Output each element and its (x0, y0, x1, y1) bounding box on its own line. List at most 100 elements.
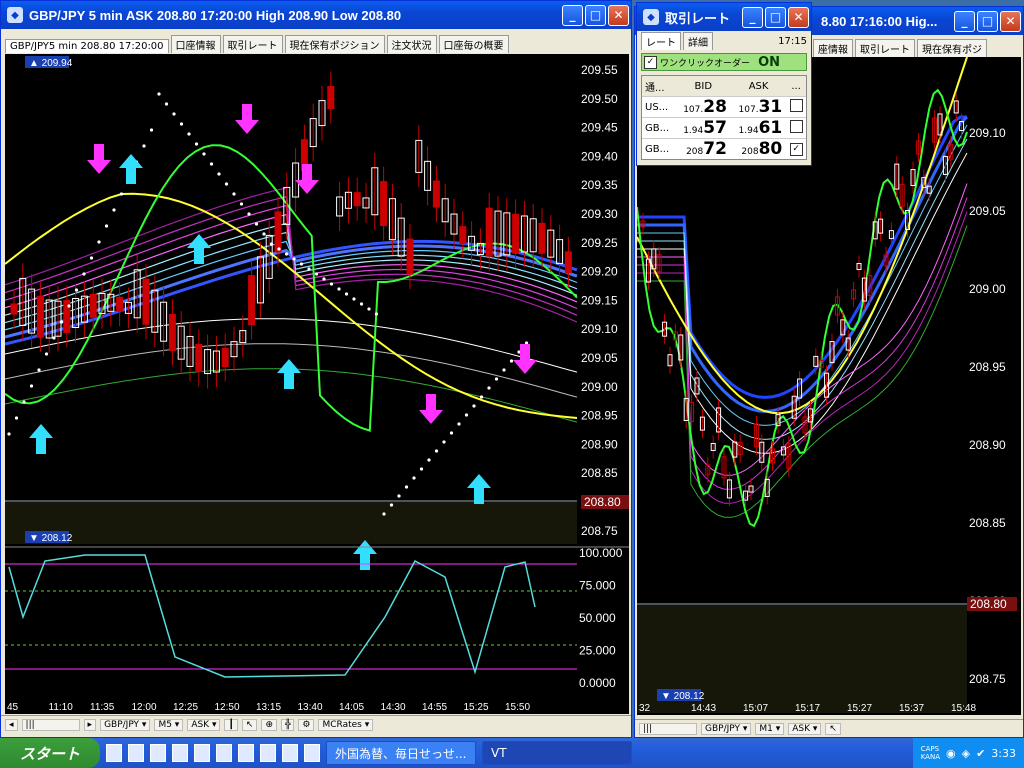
time-axis-label: 15:37 (899, 703, 924, 714)
tab-rates[interactable]: 取引レート (855, 39, 915, 57)
symbol-select[interactable]: GBP/JPY ▾ (701, 722, 752, 735)
minimize-button[interactable]: _ (742, 6, 763, 28)
caps-indicator: CAPS (920, 745, 940, 753)
tray-icon[interactable]: ◉ (946, 747, 956, 760)
quicklaunch-icon[interactable] (106, 744, 122, 762)
buy-arrow-icon (187, 234, 211, 264)
low-marker-label: ▼ 208.12 (661, 691, 705, 702)
mcrates-select[interactable]: MCRates ▾ (318, 718, 374, 731)
tab-account-info[interactable]: 座情報 (813, 39, 853, 57)
timeframe-select[interactable]: M1 ▾ (755, 722, 785, 735)
sar-dot (329, 282, 334, 286)
sell-arrow-icon (87, 144, 111, 174)
quicklaunch-icon[interactable] (238, 744, 254, 762)
tab-chart[interactable]: GBP/JPY5 min 208.80 17:20:00 (5, 39, 169, 53)
ask-price[interactable]: 1.9461 (731, 118, 786, 138)
header-bid: BID (694, 80, 713, 92)
price-zone (5, 502, 577, 544)
bid-price[interactable]: 107.28 (676, 97, 731, 117)
candle-body (406, 238, 414, 275)
tray-icon[interactable]: ✔ (976, 747, 985, 760)
quicklaunch-icon[interactable] (282, 744, 298, 762)
title-bar[interactable]: ◆ 取引レート _ □ ✕ (637, 3, 811, 31)
candle-body (538, 222, 546, 254)
oscillator-axis-label: 75.000 (579, 579, 616, 593)
side-select[interactable]: ASK ▾ (788, 722, 822, 735)
crosshair-icon[interactable]: ╬ (280, 718, 295, 731)
tab-account-summary[interactable]: 口座毎の概要 (438, 35, 509, 53)
maximize-button[interactable]: □ (765, 6, 786, 28)
close-button[interactable]: ✕ (1000, 10, 1021, 32)
timeframe-select[interactable]: M5 ▾ (154, 718, 184, 731)
bid-price[interactable]: 20872 (676, 139, 731, 159)
close-button[interactable]: ✕ (788, 6, 809, 28)
ask-price[interactable]: 107.31 (731, 97, 786, 117)
tab-detail[interactable]: 詳細 (683, 32, 713, 50)
side-select[interactable]: ASK ▾ (187, 718, 221, 731)
sar-dot (59, 320, 64, 324)
scroll-left-button[interactable]: ◂ (5, 718, 18, 731)
time-axis-label: 14:30 (381, 702, 406, 713)
rate-row[interactable]: US... 107.28 107.31 (642, 96, 806, 117)
maximize-button[interactable]: □ (977, 10, 998, 32)
time-axis-label: 14:55 (422, 702, 447, 713)
taskbar-item-vt[interactable]: VT (482, 741, 632, 765)
price-chart[interactable]: 209.55 209.50 209.45 209.40 209.35 209.30 209.… (5, 54, 629, 714)
minimize-button[interactable]: _ (954, 10, 975, 32)
quicklaunch-icon[interactable] (172, 744, 188, 762)
one-click-checkbox[interactable]: ✓ (644, 55, 657, 69)
settings-icon[interactable]: ⚙ (298, 718, 315, 731)
rate-tab-row: レート 詳細 17:15 (637, 31, 811, 51)
rate-time: 17:15 (778, 35, 807, 47)
rate-row[interactable]: GB... 1.9457 1.9461 (642, 117, 806, 138)
quicklaunch-icon[interactable] (260, 744, 276, 762)
close-button[interactable]: ✕ (608, 4, 629, 26)
tab-rate[interactable]: レート (641, 32, 681, 50)
scrollbar[interactable]: ||| (639, 722, 697, 735)
quicklaunch-icon[interactable] (194, 744, 210, 762)
sar-dot (509, 359, 514, 363)
tab-rates[interactable]: 取引レート (222, 35, 283, 53)
rate-row[interactable]: GB... 20872 20880 ✓ (642, 138, 806, 159)
start-button[interactable]: スタート (0, 738, 100, 768)
row-checkbox[interactable] (789, 120, 803, 133)
tab-positions[interactable]: 現在保有ポジション (284, 35, 385, 53)
quicklaunch-icon[interactable] (216, 744, 232, 762)
bid-price[interactable]: 1.9457 (676, 118, 731, 138)
minimize-button[interactable]: _ (562, 4, 583, 26)
sar-dot (7, 432, 11, 436)
tray-icon[interactable]: ◈ (962, 747, 970, 760)
sar-dot (14, 416, 19, 420)
taskbar-item-browser[interactable]: 外国為替、毎日せっせ... (326, 741, 476, 765)
maximize-button[interactable]: □ (585, 4, 606, 26)
taskbar: スタート 外国為替、毎日せっせ... VT CAPS KANA ◉ ◈ ✔ 3:… (0, 738, 1024, 768)
ask-price[interactable]: 20880 (731, 139, 786, 159)
scrollbar[interactable]: ||| (21, 718, 80, 731)
candle-icon[interactable]: ┃ (224, 718, 238, 731)
time-axis-label: 12:50 (215, 702, 240, 713)
candle-body (36, 295, 44, 338)
chart-toolbar: ||| GBP/JPY ▾ M1 ▾ ASK ▾ ↖ (635, 719, 1023, 737)
row-checkbox[interactable] (789, 99, 803, 112)
sar-dot (262, 232, 266, 236)
symbol-select[interactable]: GBP/JPY ▾ (100, 718, 151, 731)
time-axis-label: 32 (639, 703, 651, 714)
cursor-icon[interactable]: ↖ (241, 718, 258, 731)
scroll-right-button[interactable]: ▸ (83, 718, 97, 731)
zoom-icon[interactable]: ⊕ (261, 718, 277, 731)
one-click-bar[interactable]: ✓ ワンクリックオーダー ON (641, 53, 807, 71)
price-axis-label: 209.40 (581, 149, 618, 163)
tab-positions[interactable]: 現在保有ポジ (917, 39, 987, 57)
quicklaunch-icon[interactable] (150, 744, 166, 762)
tab-account-info[interactable]: 口座情報 (170, 35, 221, 53)
cursor-icon[interactable]: ↖ (825, 722, 841, 735)
buy-arrow-icon (119, 154, 143, 184)
title-bar[interactable]: ◆ GBP/JPY 5 min ASK 208.80 17:20:00 High… (1, 1, 631, 29)
quicklaunch-icon[interactable] (128, 744, 144, 762)
quicklaunch-icon[interactable] (304, 744, 320, 762)
sar-dot (52, 336, 56, 340)
candle-body (116, 296, 124, 312)
row-checkbox[interactable]: ✓ (789, 142, 803, 156)
tab-orders[interactable]: 注文状況 (386, 35, 437, 53)
rate-symbol: GB... (645, 122, 670, 134)
